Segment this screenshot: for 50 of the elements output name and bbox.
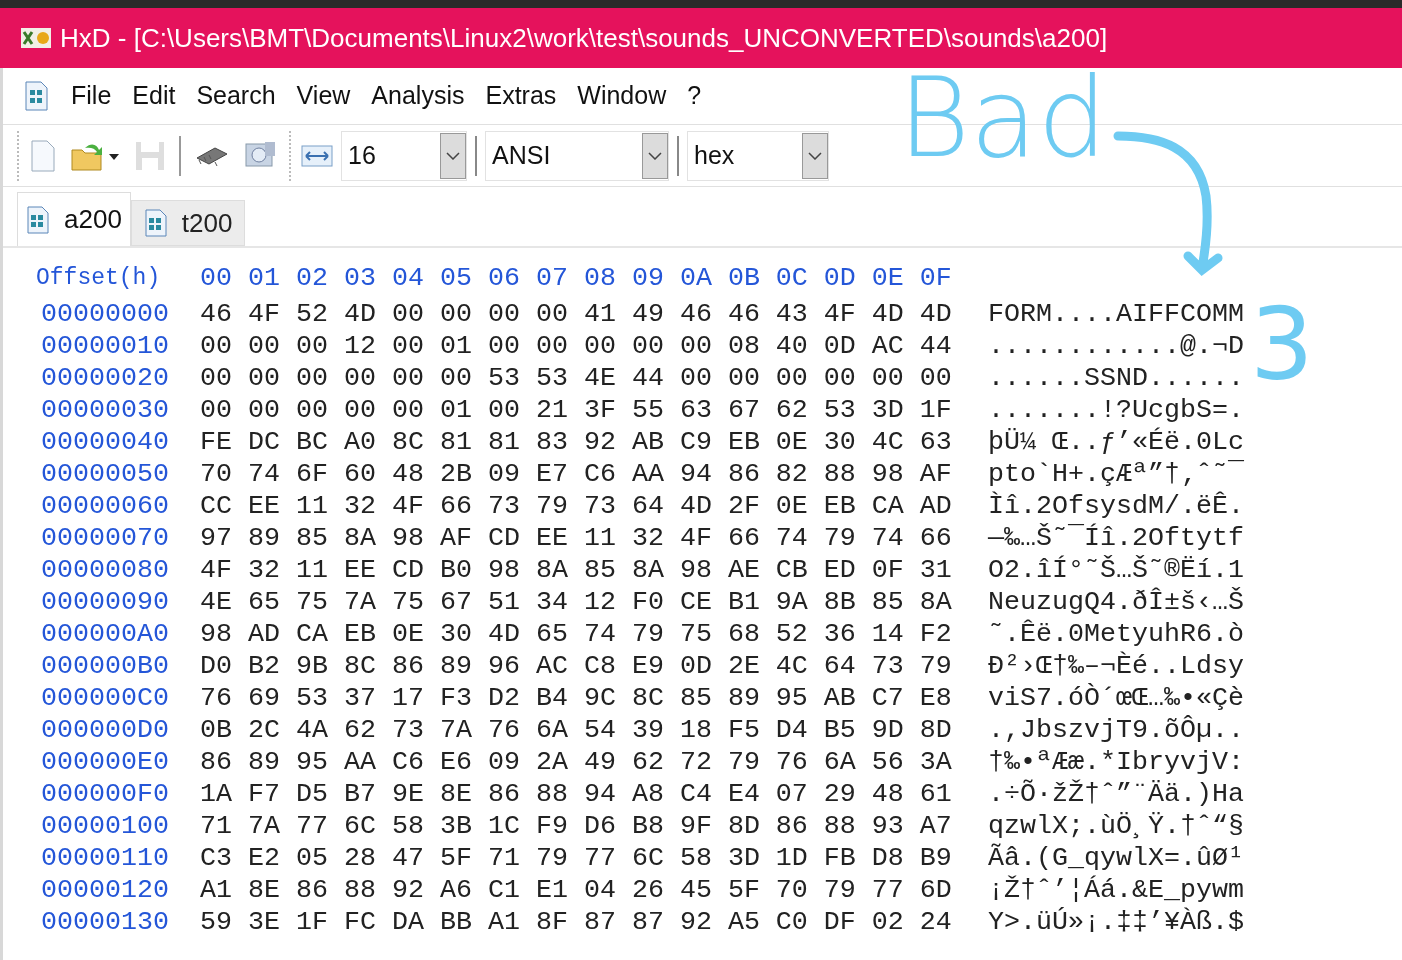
- document-icon: [23, 81, 49, 111]
- width-icon[interactable]: [301, 143, 333, 168]
- offset-cell-text: 000000C0: [41, 682, 170, 715]
- offset-cell-text: 00000110: [41, 842, 170, 875]
- tab[interactable]: t200: [130, 200, 246, 246]
- document-icon: [143, 209, 168, 237]
- dropdown[interactable]: hex: [687, 130, 829, 181]
- offset-cell-text: 00000020: [41, 362, 170, 395]
- offset-cell-text: 00000070: [41, 522, 170, 555]
- offset-cell-text: 00000050: [41, 458, 170, 491]
- offset-cell-text: 000000F0: [41, 778, 170, 811]
- handwritten-note: 3: [1250, 290, 1314, 400]
- column-header: 00 01 02 03 04 05 06 07 08 09 0A 0B 0C 0D 0E 0F: [200, 262, 952, 295]
- text-bytes[interactable]: .,JbszvjT9.õÔµ..: [988, 710, 1244, 750]
- offset-cell-text: 00000130: [41, 906, 170, 939]
- window-title: HxD - [C:\Users\BMT\Documents\Linux2\work\test\sounds_UNCONVERTED\sounds\a200]: [60, 21, 1108, 55]
- offset-cell-text: 000000A0: [41, 618, 170, 651]
- offset-cell-text: 00000120: [41, 874, 170, 907]
- offset-cell-text: 000000D0: [41, 714, 170, 747]
- menu-item[interactable]: Analysis: [371, 77, 465, 115]
- menu-item[interactable]: Search: [196, 77, 276, 115]
- document-icon: [26, 205, 50, 234]
- menu-item[interactable]: File: [71, 77, 112, 115]
- offset-cell-text: 00000040: [41, 426, 170, 459]
- handwritten-note: Bad: [898, 58, 1108, 178]
- offset-cell-text: 000000E0: [41, 746, 170, 779]
- menu-item[interactable]: ?: [687, 77, 702, 115]
- text-bytes[interactable]: þÜ¼ Œ..ƒ’«Éë.0Lc: [988, 422, 1244, 462]
- chevron-down-icon: [446, 151, 460, 160]
- menu-item[interactable]: Extras: [485, 77, 557, 115]
- menu-item[interactable]: View: [296, 77, 351, 115]
- offset-cell-text: 00000080: [41, 554, 170, 587]
- offset-cell-text: 00000060: [41, 490, 170, 523]
- tab[interactable]: a200: [17, 192, 131, 246]
- menu-item[interactable]: Window: [577, 77, 667, 115]
- offset-cell-text: 00000030: [41, 394, 170, 427]
- menu-item[interactable]: Edit: [132, 77, 176, 115]
- dropdown[interactable]: ANSI: [485, 130, 669, 181]
- text-bytes[interactable]: Y>.üÚ»¡.‡‡’¥Àß.$: [988, 902, 1244, 942]
- offset-cell-text: 000000B0: [41, 650, 170, 683]
- offset-cell-text: 00000000: [41, 298, 170, 331]
- offset-cell-text: 00000090: [41, 586, 170, 619]
- offset-header: Offset(h): [36, 263, 162, 293]
- chevron-down-icon: [808, 151, 822, 160]
- chevron-down-icon: [648, 151, 662, 160]
- app-icon: [20, 26, 52, 50]
- offset-cell-text: 00000100: [41, 810, 170, 843]
- dropdown[interactable]: 16: [341, 130, 467, 181]
- new-file-icon[interactable]: [29, 139, 57, 172]
- offset-cell-text: 00000010: [41, 330, 170, 363]
